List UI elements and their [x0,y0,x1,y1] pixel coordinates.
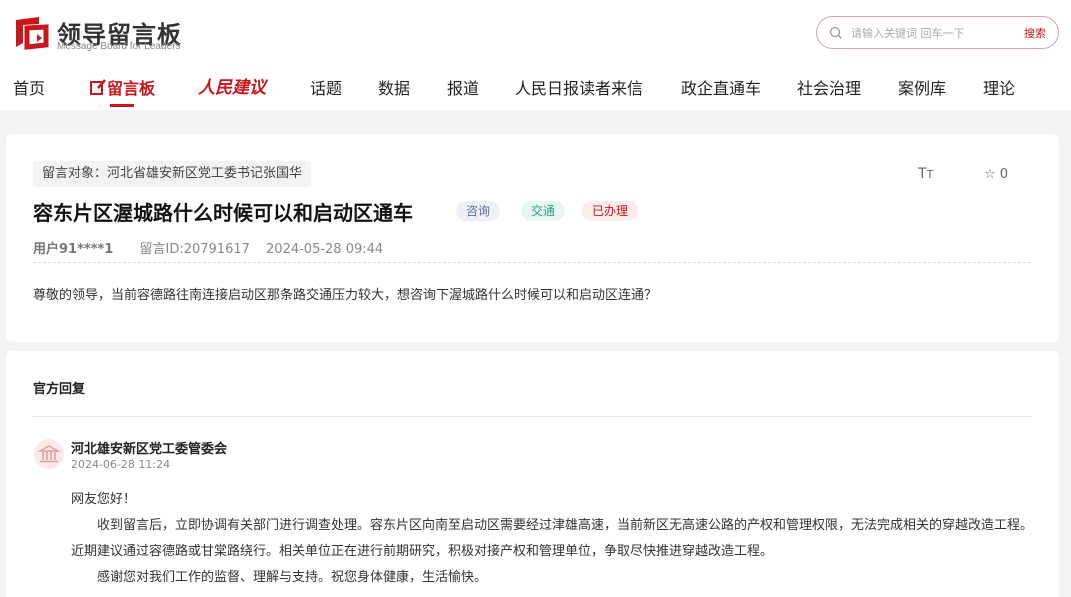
star-icon: ☆ [984,167,996,182]
government-building-icon [37,445,61,463]
status-badge: 已办理 [582,201,639,221]
nav-item-message-board-label: 留言板 [107,79,156,98]
nav-item-home[interactable]: 首页 [13,75,45,99]
message-user: 用户91****1 [33,242,114,257]
message-time: 2024-05-28 09:44 [266,242,384,257]
divider [33,416,1031,417]
message-title: 容东片区渥城路什么时候可以和启动区通车 [33,201,413,225]
nav-item-social-governance[interactable]: 社会治理 [797,75,861,99]
search-input[interactable] [851,23,1011,43]
tag-consult[interactable]: 咨询 [456,201,501,221]
search-icon [829,26,842,39]
nav-item-people-suggestion[interactable]: 人民建议 [198,73,266,98]
nav-item-message-board[interactable]: 留言板 [89,75,155,99]
site-logo[interactable]: 领导留言板 Message Board for Leaders [13,14,213,54]
text-size-icon[interactable]: TT [918,166,933,182]
divider [33,262,1031,263]
logo-subtitle: Message Board for Leaders [57,41,181,52]
message-card: 留言对象：河北省雄安新区党工委书记张国华 TT ☆ 0 容东片区渥城路什么时候可… [6,134,1059,342]
reply-paragraph: 感谢您对我们工作的监督、理解与支持。祝您身体健康，生活愉快。 [97,570,488,585]
message-id: 留言ID:20791617 [139,242,250,257]
message-meta: 用户91****1 留言ID:20791617 2024-05-28 09:44 [33,238,383,257]
nav-item-case-library[interactable]: 案例库 [898,75,946,99]
reply-time: 2024-06-28 11:24 [71,458,171,471]
favorite-count: 0 [999,167,1009,182]
nav-item-reports[interactable]: 报道 [447,75,479,99]
search-button[interactable]: 搜索 [1024,25,1046,41]
reply-greeting: 网友您好！ [71,492,137,507]
logo-mark-icon [16,17,49,50]
main-nav: 首页 留言板 人民建议 话题 数据 报道 人民日报读者来信 政企直通车 社会治理… [0,70,1071,110]
nav-active-underline [110,104,134,107]
reply-card: 官方回复 河北雄安新区党工委管委会 2024-06-28 11:24 网友您好！… [6,351,1059,597]
message-target: 留言对象：河北省雄安新区党工委书记张国华 [33,161,312,187]
search-box: 搜索 [816,16,1059,49]
avatar [34,439,64,469]
reply-org-name: 河北雄安新区党工委管委会 [71,442,228,457]
reply-heading: 官方回复 [33,382,86,397]
edit-icon [90,79,106,95]
nav-item-theory[interactable]: 理论 [983,75,1015,99]
favorite-button[interactable]: ☆ 0 [984,167,1008,182]
message-content: 尊敬的领导，当前容德路往南连接启动区那条路交通压力较大，想咨询下渥城路什么时候可… [33,288,658,303]
reply-paragraph: 收到留言后，立即协调有关部门进行调查处理。容东片区向南至启动区需要经过津雄高速，… [71,518,1034,559]
tag-traffic[interactable]: 交通 [521,201,566,221]
nav-item-topics[interactable]: 话题 [310,75,342,99]
nav-item-data[interactable]: 数据 [378,75,410,99]
site-header: 领导留言板 Message Board for Leaders 搜索 首页 留言… [0,0,1071,110]
nav-item-readers-letters[interactable]: 人民日报读者来信 [515,75,643,99]
nav-item-enterprise-express[interactable]: 政企直通车 [681,75,761,99]
reply-body: 网友您好！ 收到留言后，立即协调有关部门进行调查处理。容东片区向南至启动区需要经… [71,487,1033,591]
